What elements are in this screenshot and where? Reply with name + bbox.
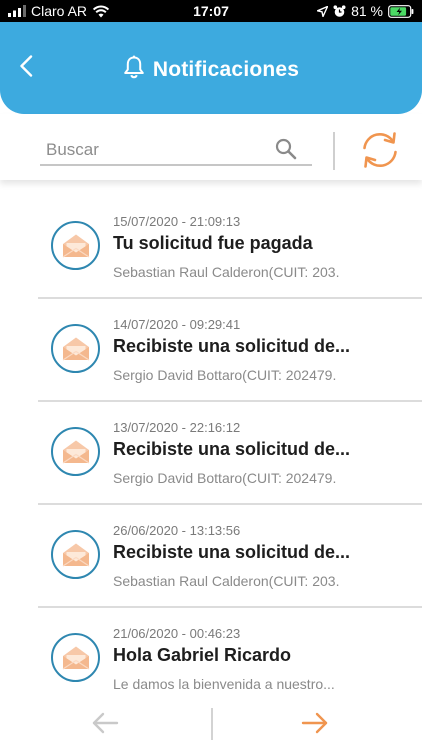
notification-subtitle: Sergio David Bottaro(CUIT: 202479. — [113, 367, 337, 383]
next-page-button[interactable] — [298, 710, 332, 740]
envelope-open-icon — [51, 324, 100, 373]
notification-subtitle: Le damos la bienvenida a nuestro... — [113, 676, 335, 692]
envelope-open-icon — [51, 530, 100, 579]
page-title: Notificaciones — [152, 57, 300, 81]
previous-page-button[interactable] — [88, 710, 122, 740]
signal-icon — [8, 5, 26, 17]
search-input[interactable] — [46, 138, 266, 162]
header-title-group: Notificaciones — [0, 55, 422, 84]
notification-item[interactable]: 21/06/2020 - 00:46:23 Hola Gabriel Ricar… — [38, 608, 422, 711]
bell-icon — [123, 55, 145, 84]
app-header: Notificaciones — [0, 22, 422, 114]
notification-subtitle: Sebastian Raul Calderon(CUIT: 203. — [113, 264, 340, 280]
notification-date: 14/07/2020 - 09:29:41 — [113, 317, 241, 332]
carrier-name: Claro AR — [31, 3, 88, 19]
search-bar — [0, 114, 422, 180]
envelope-open-icon — [51, 633, 100, 682]
pagination-bar — [0, 700, 422, 750]
notification-item[interactable]: 14/07/2020 - 09:29:41 Recibiste una soli… — [38, 299, 422, 402]
notification-title: Recibiste una solicitud de... — [113, 336, 351, 356]
notification-title: Hola Gabriel Ricardo — [113, 645, 292, 665]
notification-item[interactable]: 15/07/2020 - 21:09:13 Tu solicitud fue p… — [38, 196, 422, 299]
notification-subtitle: Sebastian Raul Calderon(CUIT: 203. — [113, 573, 340, 589]
status-right: 81 % — [317, 3, 414, 19]
battery-icon — [388, 4, 414, 18]
notification-date: 15/07/2020 - 21:09:13 — [113, 214, 241, 229]
notification-item[interactable]: 13/07/2020 - 22:16:12 Recibiste una soli… — [38, 402, 422, 505]
notification-title: Tu solicitud fue pagada — [113, 233, 313, 253]
status-left: Claro AR — [8, 3, 110, 19]
status-bar: Claro AR 17:07 81 % — [0, 0, 422, 22]
search-field — [40, 136, 312, 166]
search-divider — [333, 132, 335, 170]
battery-percent: 81 % — [351, 3, 383, 19]
notification-title: Recibiste una solicitud de... — [113, 542, 351, 562]
search-icon[interactable] — [274, 137, 298, 166]
alarm-icon — [333, 4, 346, 18]
envelope-open-icon — [51, 221, 100, 270]
notification-subtitle: Sergio David Bottaro(CUIT: 202479. — [113, 470, 337, 486]
refresh-icon — [358, 130, 402, 175]
envelope-open-icon — [51, 427, 100, 476]
wifi-icon — [92, 5, 110, 18]
location-icon — [317, 5, 329, 17]
notification-date: 13/07/2020 - 22:16:12 — [113, 420, 241, 435]
notification-date: 26/06/2020 - 13:13:56 — [113, 523, 241, 538]
pagination-divider — [211, 708, 213, 740]
notification-item[interactable]: 26/06/2020 - 13:13:56 Recibiste una soli… — [38, 505, 422, 608]
arrow-right-icon — [301, 711, 329, 740]
notification-date: 21/06/2020 - 00:46:23 — [113, 626, 241, 641]
notification-list: 15/07/2020 - 21:09:13 Tu solicitud fue p… — [38, 196, 422, 711]
refresh-button[interactable] — [357, 131, 403, 173]
notification-title: Recibiste una solicitud de... — [113, 439, 351, 459]
arrow-left-icon — [91, 711, 119, 740]
